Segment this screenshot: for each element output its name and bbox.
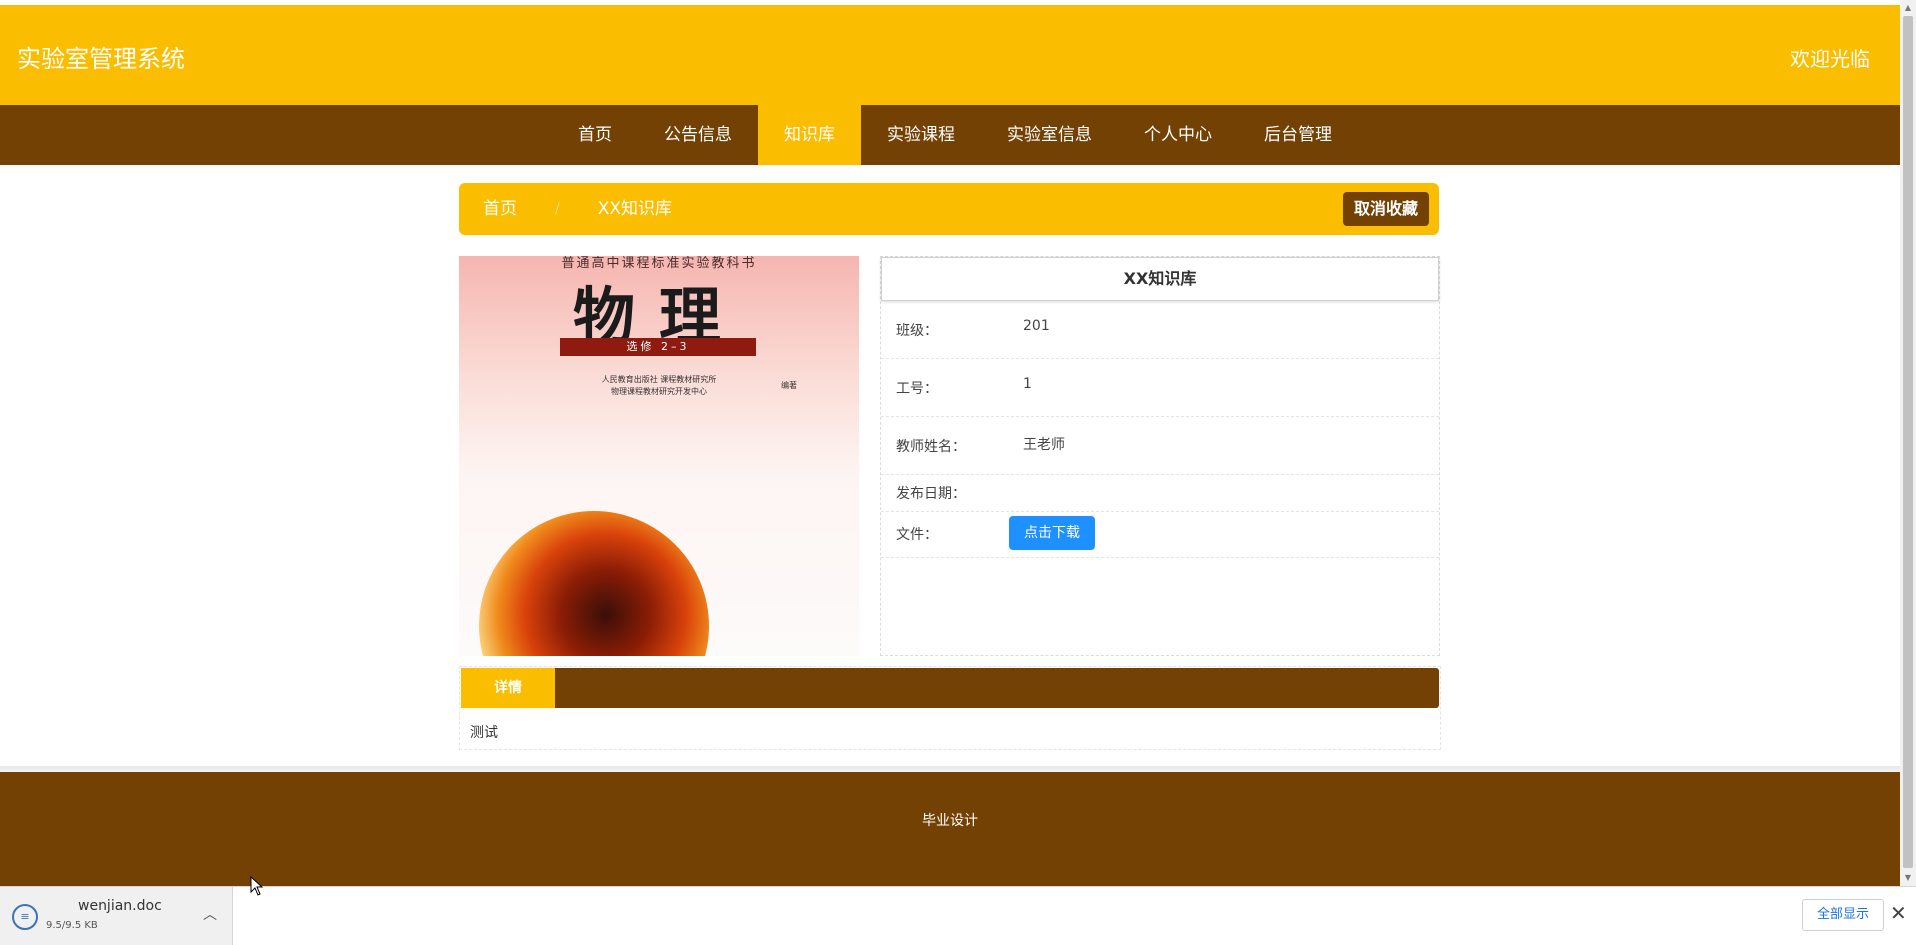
date-label: 发布日期： [896,486,966,502]
document-icon: ≡ [12,904,38,930]
welcome-text: 欢迎光临 [1790,47,1870,71]
teacher-value: 王老师 [1023,437,1065,453]
id-value: 1 [1023,376,1032,392]
page-scrollbar[interactable]: ▲ ▼ [1900,0,1916,886]
chevron-up-icon[interactable]: ︿ [203,904,217,924]
detail-panel: 详情 测试 [459,666,1441,750]
cover-image: 普通高中课程标准实验教科书 物理 选修 2–3 人民教育出版社 课程教材研究所 … [459,256,859,656]
breadcrumb-current: XX知识库 [597,199,673,219]
download-file-size: 9.5/9.5 KB [46,920,98,931]
breadcrumb-bar: 首页 / XX知识库 取消收藏 [459,183,1439,235]
site-header: 实验室管理系统 欢迎光临 [0,5,1900,105]
breadcrumb-separator: / [555,201,560,217]
nav-item-courses[interactable]: 实验课程 [861,105,981,165]
unfavorite-button[interactable]: 取消收藏 [1342,192,1429,226]
detail-content: 测试 [470,725,498,741]
site-title[interactable]: 实验室管理系统 [17,39,185,74]
scroll-thumb[interactable] [1903,16,1913,868]
info-row-teacher: 教师姓名： 王老师 [881,417,1439,475]
info-row-file: 文件： 点击下载 [881,512,1439,558]
close-icon[interactable]: ✕ [1890,901,1907,925]
show-all-button[interactable]: 全部显示 [1802,899,1884,931]
info-row-id: 工号： 1 [881,359,1439,417]
cover-publisher-suffix: 编著 [781,381,797,390]
download-button[interactable]: 点击下载 [1009,516,1095,550]
class-label: 班级： [896,323,938,339]
tab-details[interactable]: 详情 [461,668,555,708]
nav-item-home[interactable]: 首页 [552,105,638,165]
scroll-down-arrow-icon[interactable]: ▼ [1900,870,1916,886]
cover-sun-illustration [479,511,709,656]
info-panel: XX知识库 班级： 201 工号： 1 教师姓名： 王老师 发布日期： 文件： … [880,256,1440,656]
mouse-cursor-icon [250,876,264,896]
main-nav: 首页 公告信息 知识库 实验课程 实验室信息 个人中心 后台管理 [0,105,1900,165]
nav-item-announcements[interactable]: 公告信息 [638,105,758,165]
site-footer: 毕业设计 [0,772,1900,886]
info-row-date: 发布日期： [881,475,1439,512]
download-bar: ≡ wenjian.doc 9.5/9.5 KB ︿ 全部显示 ✕ [0,886,1916,945]
download-item[interactable]: ≡ wenjian.doc 9.5/9.5 KB ︿ [0,887,233,945]
breadcrumb: 首页 / XX知识库 [483,183,672,235]
scroll-up-arrow-icon[interactable]: ▲ [1900,0,1916,16]
download-file-name: wenjian.doc [78,898,162,914]
nav-item-personal-center[interactable]: 个人中心 [1118,105,1238,165]
breadcrumb-home[interactable]: 首页 [483,183,517,235]
info-row-class: 班级： 201 [881,301,1439,359]
detail-tabs: 详情 [461,668,1439,708]
cover-ribbon: 选修 2–3 [560,338,756,356]
teacher-label: 教师姓名： [896,439,966,455]
class-value: 201 [1023,318,1050,334]
nav-item-admin[interactable]: 后台管理 [1238,105,1358,165]
nav-item-knowledge-base[interactable]: 知识库 [758,105,861,165]
file-label: 文件： [896,527,938,543]
info-title: XX知识库 [881,257,1439,301]
nav-item-lab-info[interactable]: 实验室信息 [981,105,1118,165]
footer-text: 毕业设计 [922,813,978,829]
nav-items: 首页 公告信息 知识库 实验课程 实验室信息 个人中心 后台管理 [552,105,1358,165]
id-label: 工号： [896,381,938,397]
